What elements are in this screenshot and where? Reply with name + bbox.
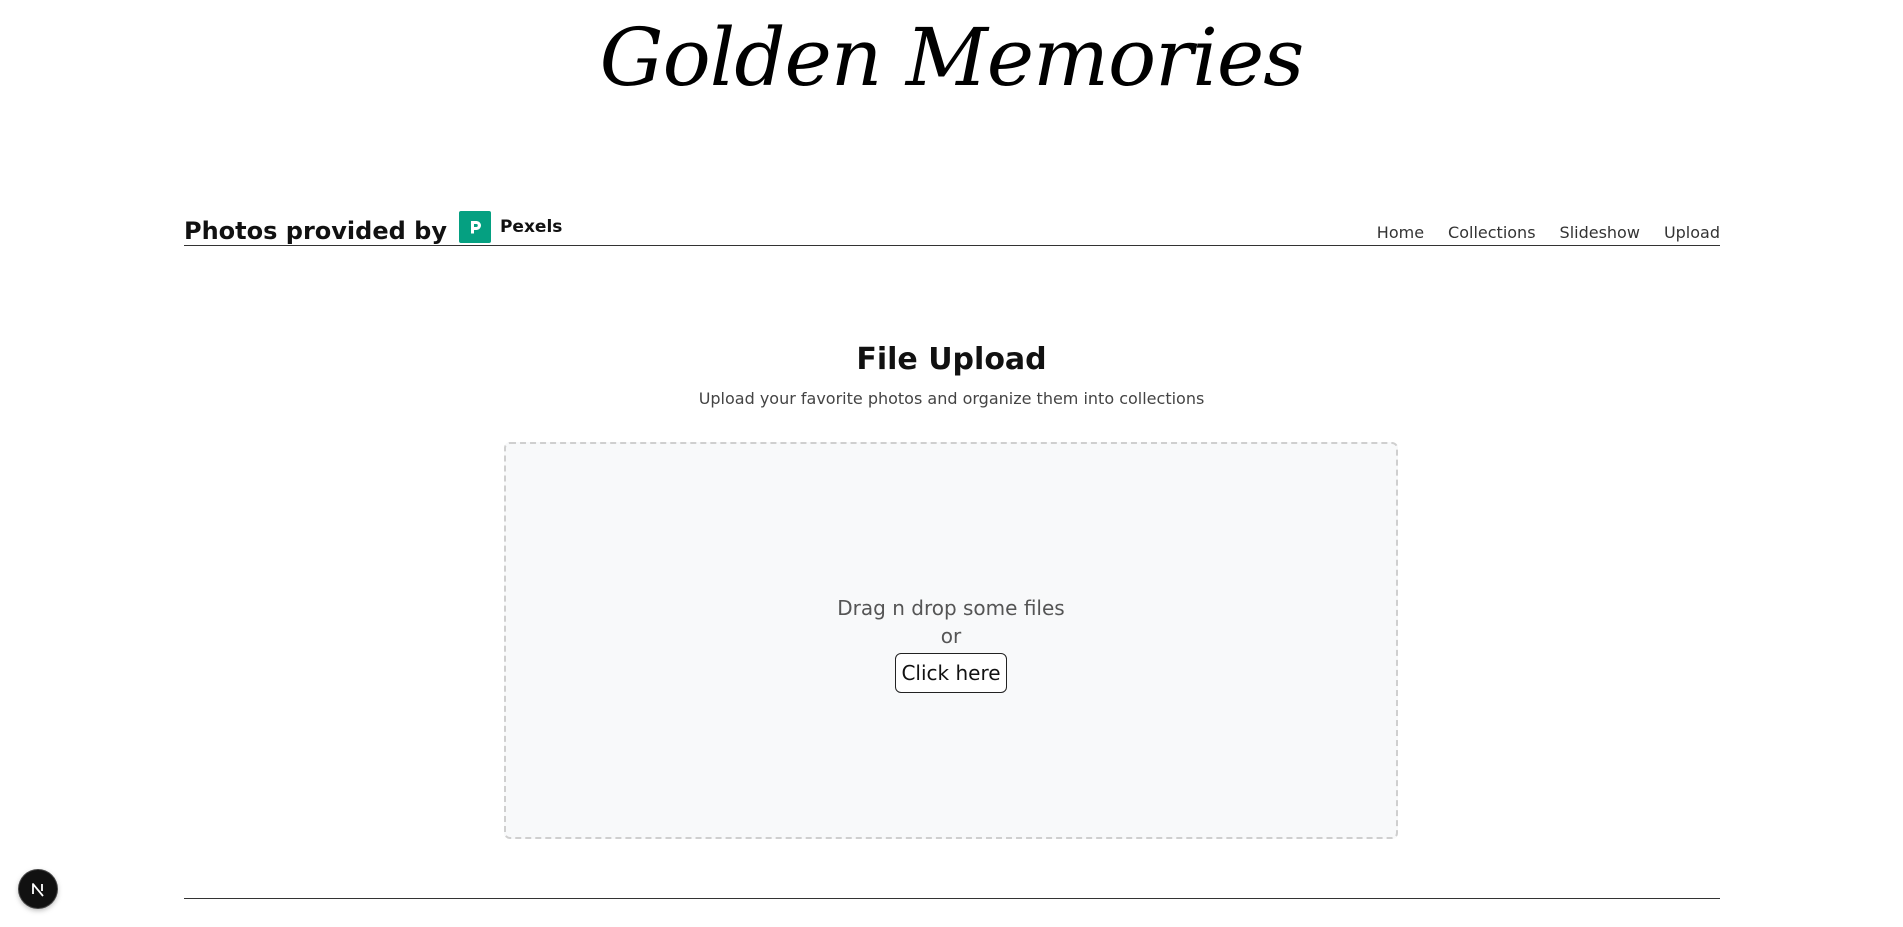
file-dropzone[interactable]: Drag n drop some files or Click here (504, 442, 1398, 839)
nextjs-dev-badge[interactable] (19, 870, 57, 908)
dropzone-or: or (940, 624, 962, 648)
pexels-link[interactable]: Pexels (458, 210, 563, 243)
nav-upload[interactable]: Upload (1664, 223, 1720, 243)
footer-divider (184, 898, 1720, 899)
site-title: Golden Memories (599, 11, 1305, 104)
nextjs-logo-icon (32, 883, 44, 897)
page-subtitle: Upload your favorite photos and organize… (698, 389, 1205, 408)
credit-text: Photos provided by (184, 216, 447, 245)
nav-collections[interactable]: Collections (1448, 223, 1535, 243)
nav-home[interactable]: Home (1377, 223, 1424, 243)
dropzone-instruction: Drag n drop some files (837, 596, 1065, 620)
main-nav: Home Collections Slideshow Upload (1353, 223, 1720, 243)
header-bar: Photos provided by Pexels Home Collectio… (184, 210, 1720, 246)
page: Golden Memories Photos provided by Pexel… (0, 0, 1903, 927)
pexels-brand: Pexels (499, 216, 563, 237)
nav-slideshow[interactable]: Slideshow (1560, 223, 1640, 243)
photo-credit: Photos provided by Pexels (184, 210, 563, 245)
click-here-button[interactable]: Click here (895, 653, 1007, 693)
page-title: File Upload (856, 342, 1047, 377)
pexels-logo-icon (458, 210, 491, 243)
